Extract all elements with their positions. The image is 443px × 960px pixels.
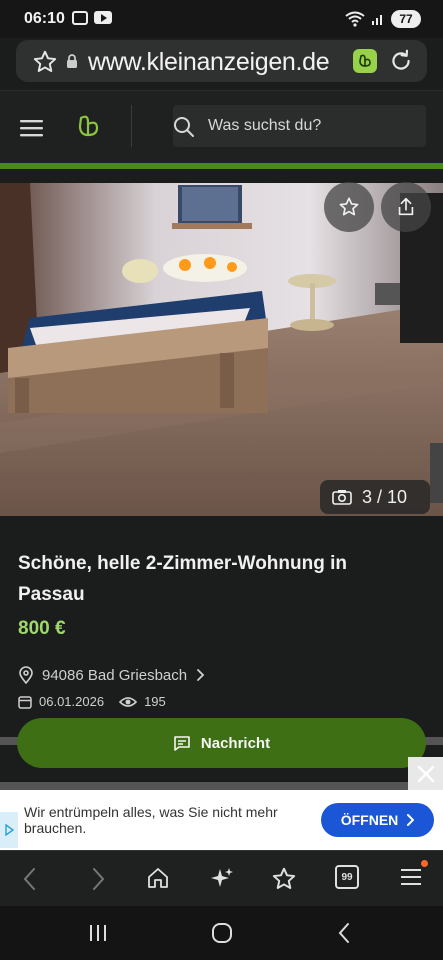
play-icon — [5, 824, 14, 836]
adchoices-icon[interactable] — [0, 812, 18, 848]
battery-indicator: 77 — [391, 10, 421, 28]
message-button[interactable]: Nachricht — [17, 718, 426, 768]
menu-icon[interactable] — [20, 119, 44, 137]
star-icon[interactable] — [32, 49, 58, 75]
camera-icon — [332, 490, 352, 505]
ad-open-label: ÖFFNEN — [340, 812, 399, 828]
status-time: 06:10 — [24, 10, 65, 27]
share-icon — [398, 197, 414, 216]
back-icon[interactable] — [20, 866, 42, 892]
sparkle-icon[interactable] — [209, 866, 235, 892]
chevron-right-icon — [407, 814, 415, 826]
lock-icon — [67, 54, 77, 68]
location-text: 94086 Bad Griesbach — [42, 666, 188, 684]
kleinanzeigen-logo-icon — [359, 54, 371, 67]
listing-photo[interactable] — [0, 183, 443, 516]
listing-price: 800 € — [18, 618, 66, 639]
listing-views: 195 — [144, 694, 166, 709]
address-bar[interactable]: www.kleinanzeigen.de — [16, 40, 427, 82]
system-back-icon[interactable] — [337, 922, 351, 944]
share-button[interactable] — [381, 182, 431, 232]
status-bar: 06:10 77 — [0, 0, 443, 38]
system-nav-bar — [0, 906, 443, 960]
hamburger-icon[interactable] — [400, 866, 422, 888]
photo-counter-text: 3 / 10 — [362, 486, 408, 507]
recents-icon[interactable] — [88, 924, 108, 942]
eye-icon — [119, 696, 138, 707]
chat-icon — [174, 736, 190, 751]
site-header: Was suchst du? — [0, 90, 443, 164]
browser-bottom-nav: 99 — [0, 850, 443, 907]
favorite-button[interactable] — [324, 182, 374, 232]
close-icon — [417, 765, 434, 782]
app-link-icon[interactable] — [353, 49, 377, 73]
ad-open-button[interactable]: ÖFFNEN — [321, 803, 434, 837]
search-input[interactable]: Was suchst du? — [173, 105, 426, 147]
star-icon — [339, 197, 359, 216]
listing-date: 06.01.2026 — [39, 694, 105, 709]
wifi-icon — [345, 11, 365, 27]
listing-title: Schöne, helle 2-Zimmer-Wohnung in Passau — [18, 553, 348, 605]
listing-meta: 06.01.2026 195 — [18, 694, 166, 709]
message-button-label: Nachricht — [200, 734, 271, 752]
calendar-icon — [18, 695, 32, 709]
url-text[interactable]: www.kleinanzeigen.de — [88, 48, 330, 77]
location-pin-icon — [19, 666, 33, 684]
ad-banner[interactable]: Wir entrümpeln alles, was Sie nicht mehr… — [0, 790, 443, 850]
notification-dot — [421, 860, 428, 867]
tabs-icon[interactable]: 99 — [335, 865, 359, 889]
header-divider — [131, 105, 132, 147]
bookmarks-icon[interactable] — [271, 866, 297, 892]
ad-text: Wir entrümpeln alles, was Sie nicht mehr… — [24, 804, 278, 836]
home-circle-icon[interactable] — [211, 922, 233, 944]
bedroom-photo — [0, 183, 443, 516]
ad-divider — [0, 782, 443, 790]
search-icon — [174, 117, 194, 137]
reload-icon[interactable] — [388, 48, 414, 74]
search-placeholder: Was suchst du? — [208, 117, 322, 134]
photo-counter: 3 / 10 — [320, 480, 430, 514]
ad-close-button[interactable] — [408, 757, 443, 790]
system-icons: 77 — [345, 10, 421, 28]
chevron-right-icon — [197, 669, 205, 681]
kleinanzeigen-logo[interactable] — [76, 113, 102, 139]
location-link[interactable]: 94086 Bad Griesbach — [18, 666, 205, 684]
screenshot-icon — [72, 11, 88, 25]
youtube-icon — [94, 11, 112, 24]
forward-icon[interactable] — [86, 866, 108, 892]
home-icon[interactable] — [146, 866, 170, 890]
notification-icons — [72, 11, 112, 25]
header-accent-line — [0, 163, 443, 169]
signal-icon — [372, 15, 382, 25]
